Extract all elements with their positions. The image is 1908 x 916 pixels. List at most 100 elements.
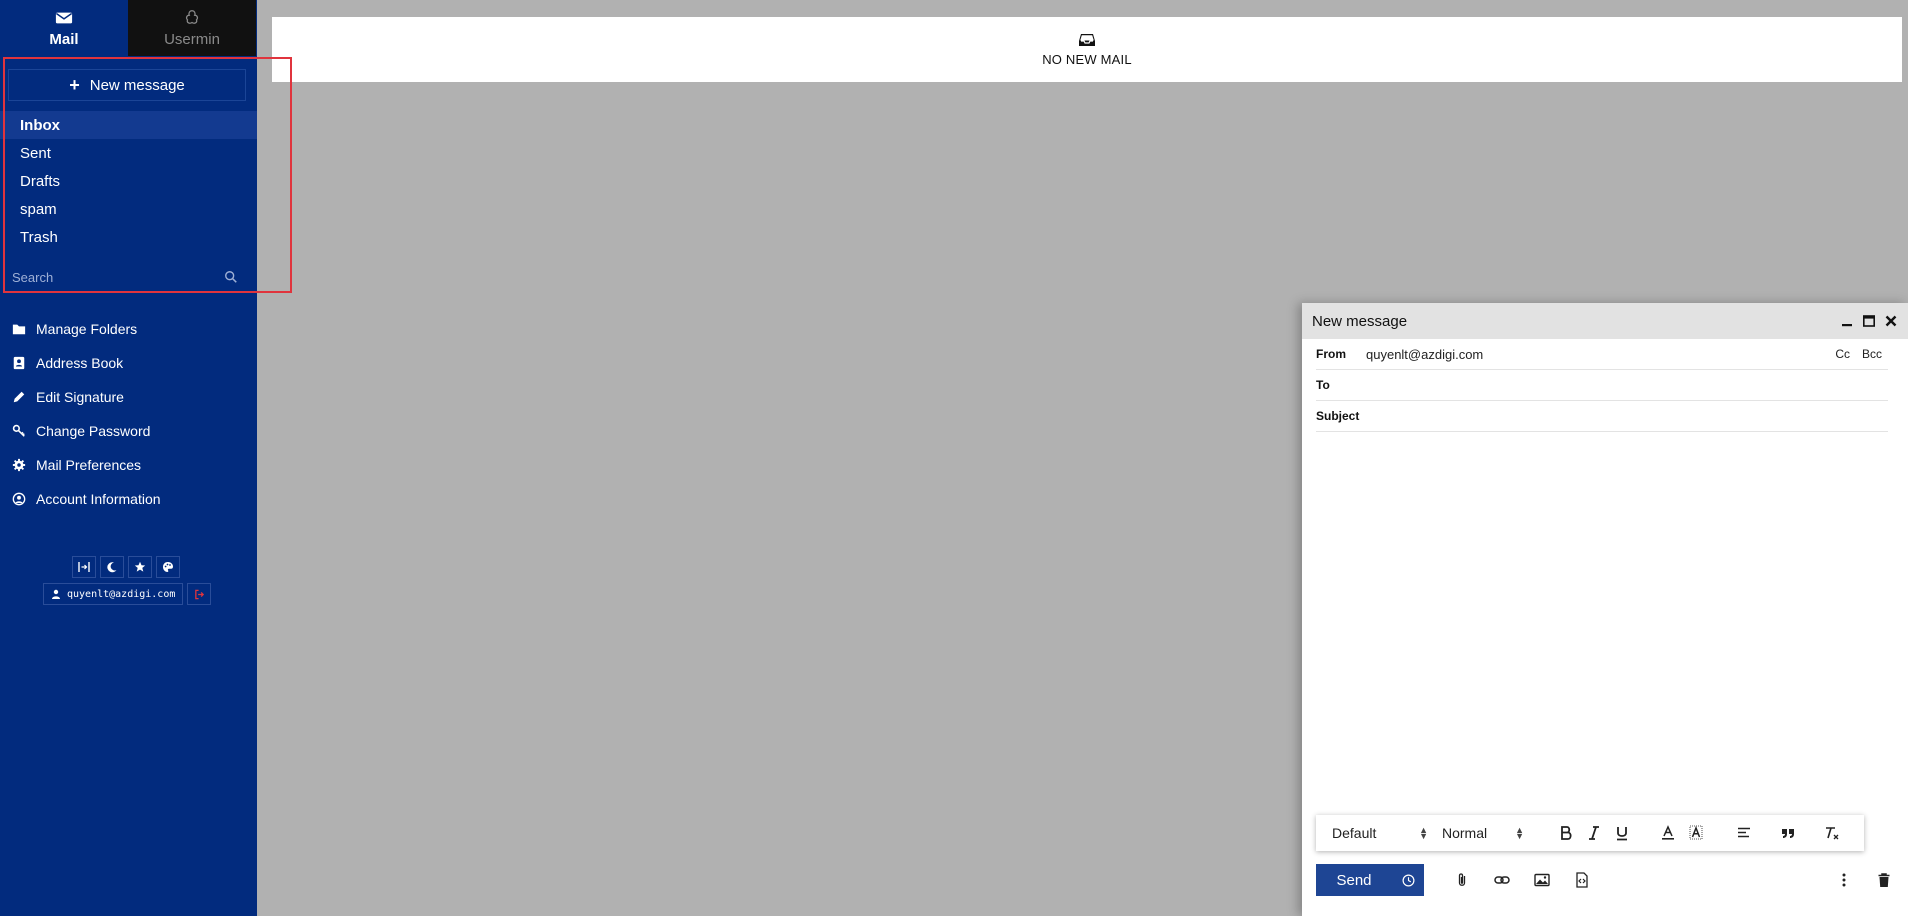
user-icon: [52, 589, 60, 599]
paperclip-icon: [1458, 873, 1466, 886]
favorites-button[interactable]: [128, 556, 152, 578]
clear-format-button[interactable]: [1818, 819, 1846, 847]
insert-image-button[interactable]: [1528, 866, 1556, 894]
italic-icon: [1589, 826, 1599, 840]
quote-icon: [1782, 829, 1794, 838]
menu-edit-signature[interactable]: Edit Signature: [0, 380, 257, 414]
align-button[interactable]: [1730, 819, 1758, 847]
moon-icon: [107, 562, 117, 573]
new-message-button[interactable]: + New message: [8, 69, 246, 101]
search-input[interactable]: [12, 269, 224, 285]
menu-mail-preferences[interactable]: Mail Preferences: [0, 448, 257, 482]
blockquote-button[interactable]: [1774, 819, 1802, 847]
maximize-icon[interactable]: [1862, 314, 1876, 328]
select-arrows-icon: ▲ ▼: [1419, 825, 1428, 841]
to-field: To: [1316, 370, 1888, 401]
insert-code-button[interactable]: [1568, 866, 1596, 894]
folder-sent[interactable]: Sent: [0, 139, 257, 167]
discard-draft-button[interactable]: [1870, 866, 1898, 894]
folder-label: Inbox: [20, 116, 60, 134]
bold-icon: [1561, 826, 1572, 840]
underline-button[interactable]: [1608, 819, 1636, 847]
insert-link-button[interactable]: [1488, 866, 1516, 894]
menu-label: Change Password: [36, 423, 151, 439]
from-field: From quyenlt@azdigi.com Cc Bcc: [1316, 339, 1888, 370]
current-user[interactable]: quyenlt@azdigi.com: [43, 583, 184, 605]
code-file-icon: [1576, 872, 1588, 888]
menu-label: Edit Signature: [36, 389, 124, 405]
folder-icon: [12, 324, 26, 335]
window-controls: [1840, 314, 1898, 328]
trash-icon: [1878, 873, 1890, 887]
menu-manage-folders[interactable]: Manage Folders: [0, 312, 257, 346]
close-icon[interactable]: [1884, 314, 1898, 328]
attach-file-button[interactable]: [1448, 866, 1476, 894]
schedule-send-button[interactable]: [1392, 874, 1424, 887]
send-label: Send: [1336, 871, 1372, 889]
menu-change-password[interactable]: Change Password: [0, 414, 257, 448]
user-email: quyenlt@azdigi.com: [67, 588, 176, 600]
folder-inbox[interactable]: Inbox: [0, 111, 257, 139]
user-circle-icon: [12, 492, 26, 506]
more-options-button[interactable]: [1830, 866, 1858, 894]
text-color-button[interactable]: [1654, 819, 1682, 847]
from-value[interactable]: quyenlt@azdigi.com: [1366, 347, 1835, 362]
bcc-button[interactable]: Bcc: [1862, 347, 1882, 361]
cc-button[interactable]: Cc: [1835, 347, 1850, 361]
send-row: Send: [1316, 864, 1898, 896]
subject-field: Subject: [1316, 401, 1888, 432]
logout-button[interactable]: [187, 583, 212, 605]
editor-toolbar: Default ▲ ▼ Normal ▲ ▼: [1316, 815, 1864, 851]
folder-drafts[interactable]: Drafts: [0, 167, 257, 195]
minimize-icon[interactable]: [1840, 314, 1854, 328]
plus-icon: +: [69, 75, 80, 95]
send-button[interactable]: Send: [1316, 864, 1424, 896]
color-buttons: [1654, 819, 1710, 847]
menu-label: Address Book: [36, 355, 124, 371]
font-family-value: Default: [1332, 825, 1377, 841]
clock-icon: [1402, 874, 1414, 886]
key-icon: [12, 424, 25, 437]
menu-label: Account Information: [36, 491, 161, 507]
dark-mode-button[interactable]: [100, 556, 124, 578]
tab-usermin[interactable]: Usermin: [128, 0, 256, 56]
usermin-logo-icon: [185, 9, 199, 24]
bold-button[interactable]: [1552, 819, 1580, 847]
folder-trash[interactable]: Trash: [0, 223, 257, 251]
block-buttons: [1730, 819, 1846, 847]
collapse-sidebar-button[interactable]: [72, 556, 96, 578]
tab-mail-label: Mail: [49, 30, 79, 48]
to-input[interactable]: [1366, 377, 1888, 393]
cc-bcc-toggles: Cc Bcc: [1835, 347, 1888, 361]
folder-label: Trash: [20, 228, 58, 246]
sidebar-menu: Manage Folders Address Book Edit Signatu…: [0, 312, 257, 516]
font-size-select[interactable]: Normal ▲ ▼: [1442, 825, 1524, 841]
search-icon[interactable]: [224, 270, 238, 284]
folder-label: spam: [20, 200, 57, 218]
to-label: To: [1316, 378, 1330, 392]
subject-input[interactable]: [1366, 408, 1888, 424]
clear-format-icon: [1826, 827, 1839, 840]
font-family-select[interactable]: Default ▲ ▼: [1332, 825, 1428, 841]
menu-account-information[interactable]: Account Information: [0, 482, 257, 516]
folder-spam[interactable]: spam: [0, 195, 257, 223]
tab-mail[interactable]: Mail: [0, 0, 128, 56]
theme-button[interactable]: [156, 556, 180, 578]
message-body[interactable]: [1316, 439, 1888, 807]
background-color-button[interactable]: [1682, 819, 1710, 847]
folder-list: Inbox Sent Drafts spam Trash: [0, 111, 257, 251]
compose-header: New message: [1302, 303, 1908, 339]
menu-address-book[interactable]: Address Book: [0, 346, 257, 380]
background-color-icon: [1689, 825, 1703, 840]
no-mail-banner: NO NEW MAIL: [272, 17, 1902, 82]
from-label: From: [1316, 347, 1346, 361]
compose-title: New message: [1312, 312, 1408, 330]
envelope-icon: [55, 12, 73, 23]
inbox-tray-icon: [1079, 34, 1095, 46]
gear-icon: [12, 458, 26, 472]
tab-usermin-label: Usermin: [164, 30, 220, 48]
utility-buttons: [72, 556, 180, 578]
text-color-icon: [1662, 825, 1674, 840]
italic-button[interactable]: [1580, 819, 1608, 847]
search-bar: [0, 262, 250, 292]
